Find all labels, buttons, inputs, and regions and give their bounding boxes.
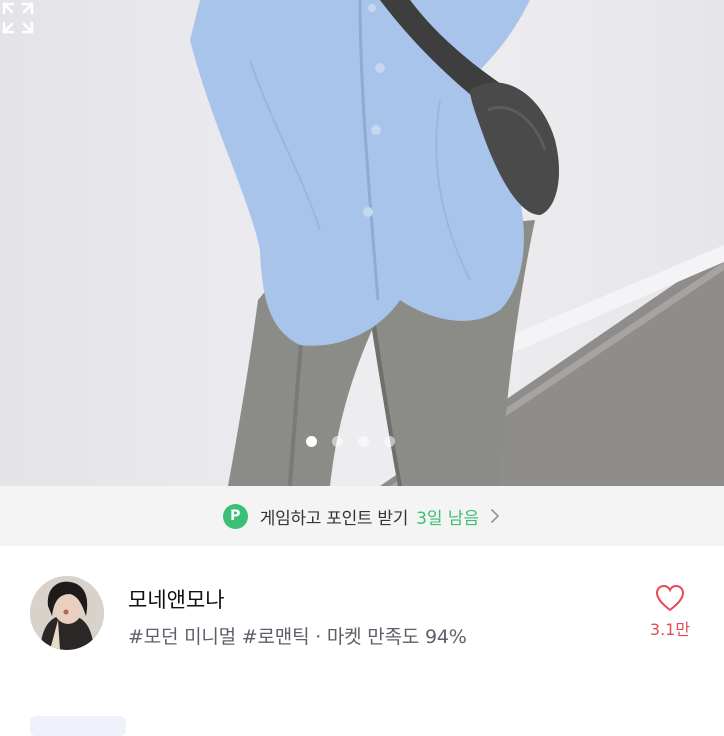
days-left: 3일 남음 [416,508,480,529]
seller-info: 모네앤모나 #모던 미니멀 #로맨틱 · 마켓 만족도 94% 3.1만 [0,546,724,696]
pagination-dot[interactable] [358,436,369,447]
gallery-pagination [306,436,395,447]
product-photo [190,0,724,486]
pagination-dot-active[interactable] [306,436,317,447]
next-section-chip [30,716,126,736]
pagination-dot[interactable] [384,436,395,447]
product-image-gallery[interactable] [0,0,724,486]
expand-icon[interactable] [0,0,36,36]
seller-tags: #모던 미니멀 #로맨틱 · 마켓 만족도 94% [128,626,467,648]
avatar[interactable] [30,576,104,650]
like-count: 3.1만 [649,620,691,639]
seller-name[interactable]: 모네앤모나 [128,584,225,614]
banner-text: 게임하고 포인트 받기 [259,508,409,529]
chevron-right-icon [491,509,500,523]
point-badge-icon: P [222,503,248,529]
like-button[interactable]: 3.1만 [640,584,700,640]
pagination-dot[interactable] [332,436,343,447]
heart-icon [655,584,685,612]
point-game-banner[interactable]: P 게임하고 포인트 받기 3일 남음 [0,486,724,546]
